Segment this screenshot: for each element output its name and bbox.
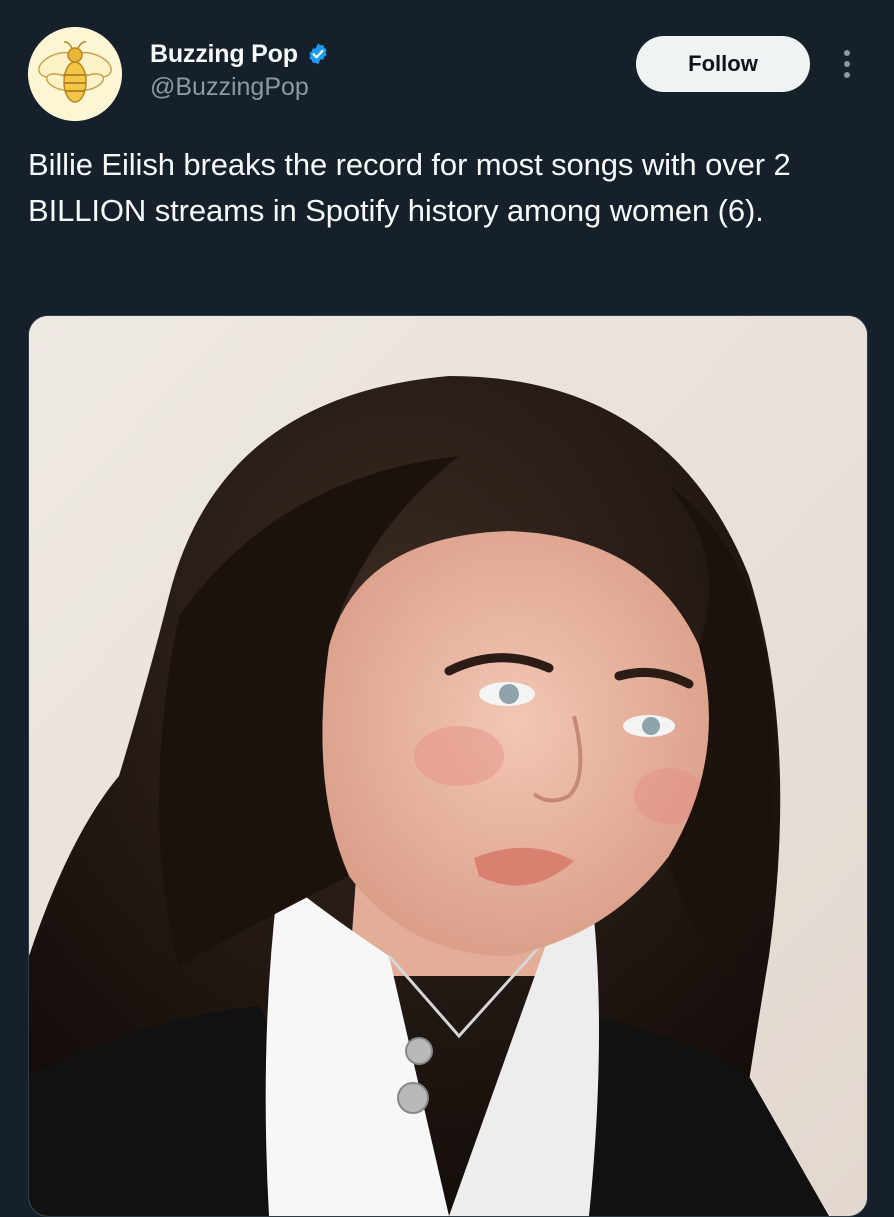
avatar[interactable] bbox=[28, 27, 122, 121]
display-name[interactable]: Buzzing Pop bbox=[150, 40, 298, 69]
portrait-image bbox=[29, 316, 867, 1216]
user-handle[interactable]: @BuzzingPop bbox=[150, 73, 309, 102]
bee-icon bbox=[28, 27, 122, 121]
tweet-text: Billie Eilish breaks the record for most… bbox=[28, 147, 791, 228]
verified-badge-icon bbox=[309, 43, 327, 65]
tweet-header: Buzzing Pop @BuzzingPop Follow bbox=[0, 0, 894, 130]
name-row: Buzzing Pop bbox=[150, 38, 330, 70]
follow-button[interactable]: Follow bbox=[636, 36, 810, 92]
more-vertical-icon bbox=[844, 50, 850, 56]
more-options-button[interactable] bbox=[832, 44, 862, 84]
tweet-photo[interactable] bbox=[28, 315, 868, 1217]
